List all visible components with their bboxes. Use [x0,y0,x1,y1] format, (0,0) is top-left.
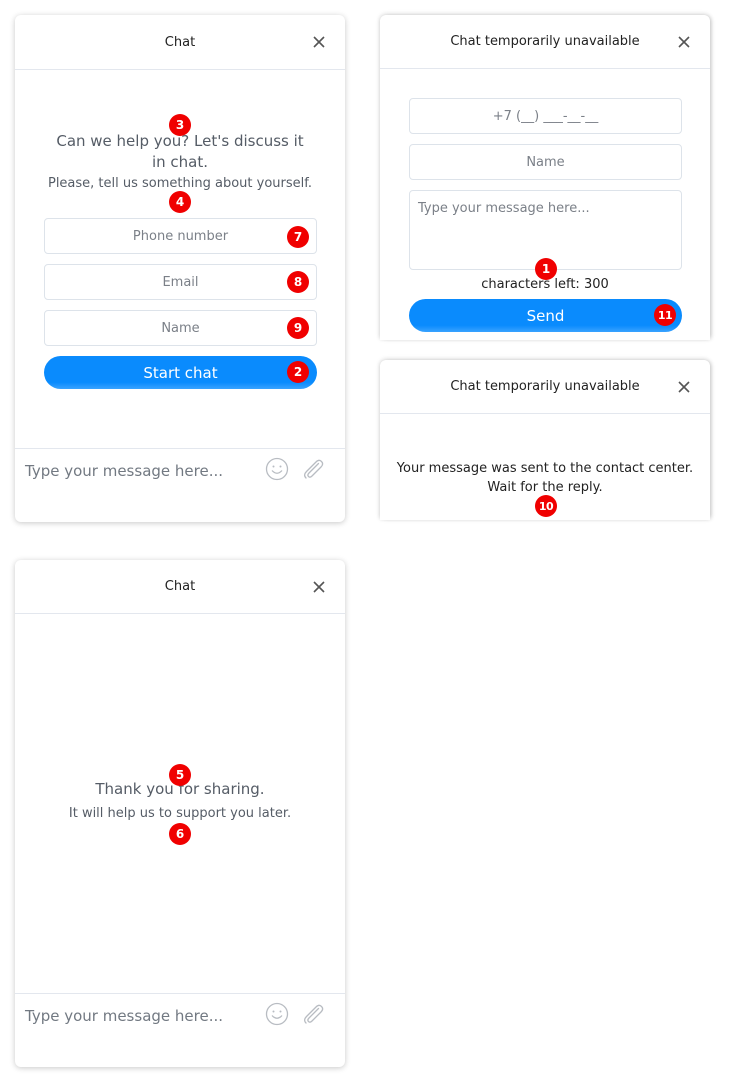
panel-header: Chat temporarily unavailable [380,360,710,414]
panel-title: Chat temporarily unavailable [450,379,640,394]
paperclip-icon[interactable] [301,457,325,481]
start-chat-button[interactable]: Start chat [44,356,317,389]
annotation-badge: 11 [654,304,676,326]
close-icon[interactable] [676,379,692,395]
annotation-badge: 5 [169,764,191,786]
message-composer: Type your message here... [15,993,345,1067]
phone-field[interactable]: Phone number [44,218,317,254]
annotation-badge: 3 [169,114,191,136]
email-field[interactable]: Email [44,264,317,300]
chat-thanks-panel: Chat Thank you for sharing. It will help… [15,560,345,1067]
annotation-badge: 1 [535,258,557,280]
sent-confirmation: Your message was sent to the contact cen… [396,461,694,495]
panel-title: Chat temporarily unavailable [450,34,640,49]
message-input[interactable]: Type your message here... [25,459,255,483]
close-icon[interactable] [676,34,692,50]
smiley-icon[interactable] [265,457,289,481]
message-composer: Type your message here... [15,448,345,522]
annotation-badge: 4 [169,191,191,213]
panel-header: Chat [15,560,345,614]
annotation-badge: 9 [287,317,309,339]
chat-start-panel: Chat Can we help you? Let's discuss it i… [15,15,345,522]
annotation-badge: 10 [535,495,557,517]
close-icon[interactable] [311,34,327,50]
welcome-heading: Can we help you? Let's discuss it in cha… [56,132,304,171]
panel-header: Chat temporarily unavailable [380,15,710,69]
chat-offline-form-panel: Chat temporarily unavailable +7 (__) ___… [380,15,710,340]
annotation-badge: 6 [169,823,191,845]
close-icon[interactable] [311,579,327,595]
name-field[interactable]: Name [44,310,317,346]
start-chat-label: Start chat [143,363,218,382]
annotation-badge: 7 [287,226,309,248]
phone-mask: +7 (__) ___-__-__ [492,108,599,124]
paperclip-icon[interactable] [301,1002,325,1026]
panel-title: Chat [164,34,196,50]
email-placeholder: Email [162,274,199,290]
panel-header: Chat [15,15,345,70]
message-input[interactable]: Type your message here... [25,1004,255,1028]
annotation-badge: 2 [287,361,309,383]
send-button[interactable]: Send [409,299,682,332]
name-placeholder: Name [161,320,200,336]
thanks-subheading: It will help us to support you later. [68,806,292,821]
annotation-badge: 8 [287,271,309,293]
phone-field[interactable]: +7 (__) ___-__-__ [409,98,682,134]
send-label: Send [526,306,565,325]
message-placeholder: Type your message here... [418,201,590,216]
panel-title: Chat [164,579,196,594]
smiley-icon[interactable] [265,1002,289,1026]
name-placeholder: Name [526,154,565,170]
name-field[interactable]: Name [409,144,682,180]
phone-placeholder: Phone number [132,228,229,244]
welcome-subheading: Please, tell us something about yourself… [47,176,313,191]
